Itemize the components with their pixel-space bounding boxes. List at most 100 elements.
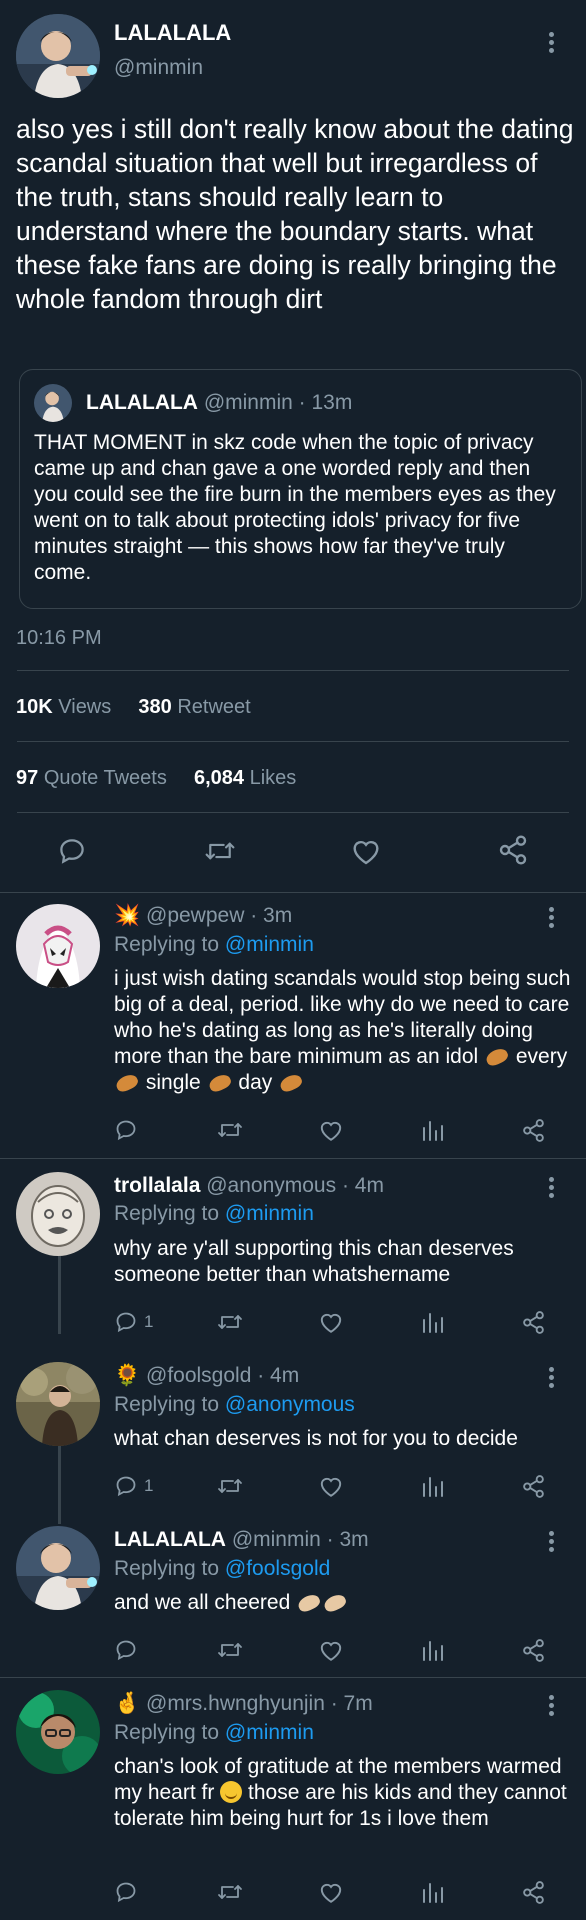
retweet-icon[interactable]: [216, 1638, 244, 1662]
more-options-icon[interactable]: [549, 1177, 555, 1201]
quoted-meta: @minmin · 13m: [203, 391, 353, 414]
share-icon[interactable]: [521, 1880, 546, 1905]
reply-avatar[interactable]: [16, 1362, 100, 1446]
retweet-icon[interactable]: [216, 1118, 244, 1142]
reply-avatar[interactable]: [16, 1172, 100, 1256]
quote-label[interactable]: Quote Tweets: [44, 767, 167, 789]
author-avatar[interactable]: [16, 14, 100, 98]
reply-meta[interactable]: @mrs.hwnghyunjin · 7m: [146, 1692, 373, 1715]
divider: [0, 892, 586, 893]
retweet-icon[interactable]: [216, 1880, 244, 1904]
like-icon[interactable]: [350, 836, 382, 866]
clap-emoji: [114, 1072, 140, 1094]
author-display-name[interactable]: LALALALA: [114, 20, 231, 46]
clap-emoji: [322, 1592, 349, 1614]
reply-text-part: every: [515, 1045, 568, 1068]
share-icon[interactable]: [521, 1474, 546, 1499]
replying-to-handle[interactable]: @minmin: [225, 1721, 314, 1744]
divider: [17, 741, 569, 742]
reply-icon[interactable]: [114, 1474, 138, 1498]
reply-text: i just wish dating scandals would stop b…: [114, 966, 574, 1096]
divider: [0, 1677, 586, 1678]
clap-emoji: [278, 1072, 305, 1094]
replying-to-prefix: Replying to: [114, 1557, 220, 1580]
views-icon[interactable]: [421, 1118, 443, 1142]
retweet-count[interactable]: 380: [138, 696, 171, 718]
reply-icon[interactable]: [114, 1310, 138, 1334]
tweet-timestamp: 10:16 PM: [16, 627, 102, 649]
like-icon[interactable]: [318, 1880, 344, 1904]
reply-text: chan's look of gratitude at the members …: [114, 1754, 574, 1832]
views-label: Views: [58, 696, 112, 718]
share-icon[interactable]: [521, 1310, 546, 1335]
retweet-icon[interactable]: [203, 836, 237, 866]
reply-text: and we all cheered: [114, 1590, 574, 1616]
reply-text: why are y'all supporting this chan deser…: [114, 1237, 514, 1286]
reply-name-emoji: 🤞: [114, 1692, 141, 1715]
more-options-icon[interactable]: [549, 1367, 555, 1391]
reply-icon[interactable]: [114, 1118, 138, 1142]
replying-to-handle[interactable]: @foolsgold: [225, 1557, 330, 1580]
like-icon[interactable]: [318, 1310, 344, 1334]
reply-meta[interactable]: @minmin · 3m: [232, 1528, 369, 1551]
share-icon[interactable]: [497, 834, 529, 866]
share-icon[interactable]: [521, 1118, 546, 1143]
views-icon[interactable]: [421, 1880, 443, 1904]
quoted-display-name: LALALALA: [86, 391, 198, 414]
reply-display-name[interactable]: trollalala: [114, 1174, 200, 1197]
reply-icon[interactable]: [57, 836, 87, 866]
views-icon[interactable]: [421, 1310, 443, 1334]
reply-name-emoji: 💥: [114, 904, 141, 927]
reply-icon[interactable]: [114, 1638, 138, 1662]
reply-meta[interactable]: @anonymous · 4m: [206, 1174, 384, 1197]
reply-avatar[interactable]: [16, 904, 100, 988]
stats-row-2: 97 Quote Tweets 6,084 Likes: [16, 767, 296, 790]
divider: [17, 812, 569, 813]
author-handle[interactable]: @minmin: [114, 56, 203, 80]
thread-line: [58, 1256, 61, 1334]
reply-icon[interactable]: [114, 1880, 138, 1904]
replying-to-handle[interactable]: @minmin: [225, 933, 314, 956]
retweet-icon[interactable]: [216, 1310, 244, 1334]
reply-meta[interactable]: @pewpew · 3m: [146, 904, 292, 927]
more-options-icon[interactable]: [549, 1531, 555, 1555]
quoted-author-avatar: [34, 384, 72, 422]
more-options-icon[interactable]: [549, 907, 555, 931]
tweet-text: also yes i still don't really know about…: [16, 114, 574, 314]
likes-count[interactable]: 6,084: [194, 767, 244, 789]
replying-to-handle[interactable]: @minmin: [225, 1202, 314, 1225]
reply-count: 1: [144, 1476, 154, 1495]
clap-emoji: [484, 1046, 510, 1068]
reply-text: what chan deserves is not for you to dec…: [114, 1427, 518, 1450]
reply-meta[interactable]: @foolsgold · 4m: [146, 1364, 299, 1387]
divider: [17, 670, 569, 671]
more-options-icon[interactable]: [549, 1695, 555, 1719]
replying-to-prefix: Replying to: [114, 1393, 220, 1416]
like-icon[interactable]: [318, 1638, 344, 1662]
quoted-tweet-card[interactable]: LALALALA @minmin · 13m THAT MOMENT in sk…: [19, 369, 582, 609]
like-icon[interactable]: [318, 1118, 344, 1142]
retweet-icon[interactable]: [216, 1474, 244, 1498]
retweet-label[interactable]: Retweet: [177, 696, 250, 718]
reply-name-emoji: 🌻: [114, 1364, 141, 1387]
views-icon[interactable]: [421, 1638, 443, 1662]
quote-count[interactable]: 97: [16, 767, 38, 789]
clap-emoji: [296, 1592, 323, 1614]
replying-to-handle[interactable]: @anonymous: [225, 1393, 355, 1416]
like-icon[interactable]: [318, 1474, 344, 1498]
smile-emoji: [220, 1781, 243, 1803]
thread-line: [58, 1446, 61, 1524]
clap-emoji: [206, 1072, 233, 1094]
replying-to-prefix: Replying to: [114, 1202, 220, 1225]
stats-row-1: 10K Views 380 Retweet: [16, 696, 251, 719]
reply-avatar[interactable]: [16, 1526, 100, 1610]
reply-display-name[interactable]: LALALALA: [114, 1528, 226, 1551]
share-icon[interactable]: [521, 1638, 546, 1663]
quoted-text: THAT MOMENT in skz code when the topic o…: [34, 431, 556, 584]
views-icon[interactable]: [421, 1474, 443, 1498]
reply-count: 1: [144, 1312, 154, 1331]
reply-avatar[interactable]: [16, 1690, 100, 1774]
likes-label[interactable]: Likes: [250, 767, 297, 789]
more-options-icon[interactable]: [549, 32, 555, 56]
reply-text-part: single: [145, 1071, 201, 1094]
